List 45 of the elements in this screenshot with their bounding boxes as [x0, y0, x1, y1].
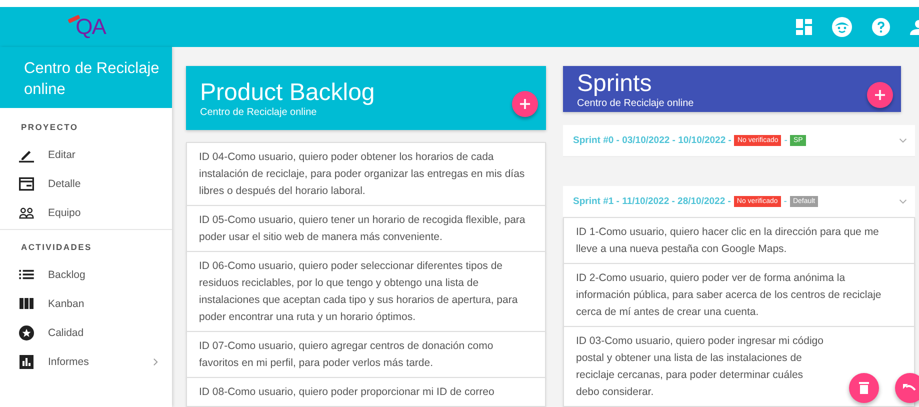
chevron-icon — [899, 138, 907, 143]
story-card[interactable]: ID 06-Como usuario, quiero poder seleccionar diferentes tipos de residuos reciclables, por lo que tengo y obtengo una lista de instalaciones que aceptan cada tipo y sus horarios de apertura, para poder encontrar una ruta y un horario óptimos. — [186, 251, 546, 332]
story-card[interactable]: ID 1-Como usuario, quiero hacer clic en la dirección para que me lleve a una nueva pestaña con Google Maps. — [563, 217, 915, 264]
plus-icon — [520, 99, 530, 109]
dashboard-icon[interactable] — [796, 19, 812, 35]
chart-icon — [19, 354, 34, 368]
help-icon[interactable] — [872, 18, 890, 36]
sprint-title: Sprint #1 - 11/10/2022 - 28/10/2022 - — [573, 196, 731, 207]
project-title: Centro de Reciclaje online — [24, 59, 160, 100]
nav-item[interactable]: Backlog — [0, 260, 172, 289]
column-subtitle: Centro de Reciclaje online — [577, 98, 694, 108]
column-title: Sprints — [577, 70, 653, 98]
story-card[interactable]: ID 03-Como usuario, quiero poder ingresar mi código postal y obtener una lista de las instalaciones de reciclaje cercanas, para poder determinar cuáles debo considerar. — [563, 326, 915, 407]
chevron-icon — [899, 199, 907, 204]
add-button[interactable] — [512, 91, 538, 117]
nav-item[interactable]: Equipo — [0, 198, 172, 227]
separator-dash: - — [784, 196, 787, 207]
add-button[interactable] — [867, 82, 893, 108]
undo-icon — [903, 383, 917, 393]
nav-item[interactable]: Kanban — [0, 289, 172, 318]
window-icon — [19, 176, 34, 192]
column-title: Product Backlog — [200, 78, 375, 106]
story-card[interactable]: ID 08-Como usuario, quiero poder proporcionar mi ID de correo — [186, 377, 546, 407]
columns-icon — [19, 298, 34, 309]
column-subtitle: Centro de Reciclaje online — [200, 106, 318, 118]
story-card[interactable]: ID 2-Como usuario, quiero poder ver de forma anónima la información pública, para saber acerca de los centros de reciclaje cerca de mí antes de crear una cuenta. — [563, 263, 915, 327]
nav-item[interactable]: Informes — [0, 347, 172, 376]
section-heading: ACTIVIDADES — [20, 242, 93, 252]
sprint-title: Sprint #0 - 03/10/2022 - 10/10/2022 - — [573, 135, 732, 146]
nav-item[interactable]: Calidad — [0, 318, 172, 347]
section-heading: PROYECTO — [20, 122, 80, 132]
story-card[interactable]: ID 04-Como usuario, quiero poder obtener los horarios de cada instalación de reciclaje, para poder organizar las entregas en mis días libres o después del horario laboral. — [186, 142, 546, 206]
logo[interactable]: QA — [66, 14, 106, 40]
story-card[interactable]: ID 07-Como usuario, quiero agregar centros de donación como favoritos en mi perfil, para poder verlos más tarde. — [186, 331, 546, 378]
plus-icon — [875, 90, 885, 100]
star-badge-icon — [19, 324, 34, 340]
nav-item[interactable]: Detalle — [0, 169, 172, 198]
story-card[interactable]: ID 05-Como usuario, quiero tener un horario de recogida flexible, para poder usar el sitio web de manera más conveniente. — [186, 205, 546, 252]
trash-icon — [859, 382, 869, 394]
face-icon[interactable] — [832, 17, 852, 37]
list-icon — [19, 269, 34, 280]
separator-dash: - — [784, 135, 788, 146]
user-icon[interactable] — [910, 19, 919, 35]
nav-item[interactable]: Editar — [0, 140, 172, 169]
people-icon — [19, 206, 34, 220]
